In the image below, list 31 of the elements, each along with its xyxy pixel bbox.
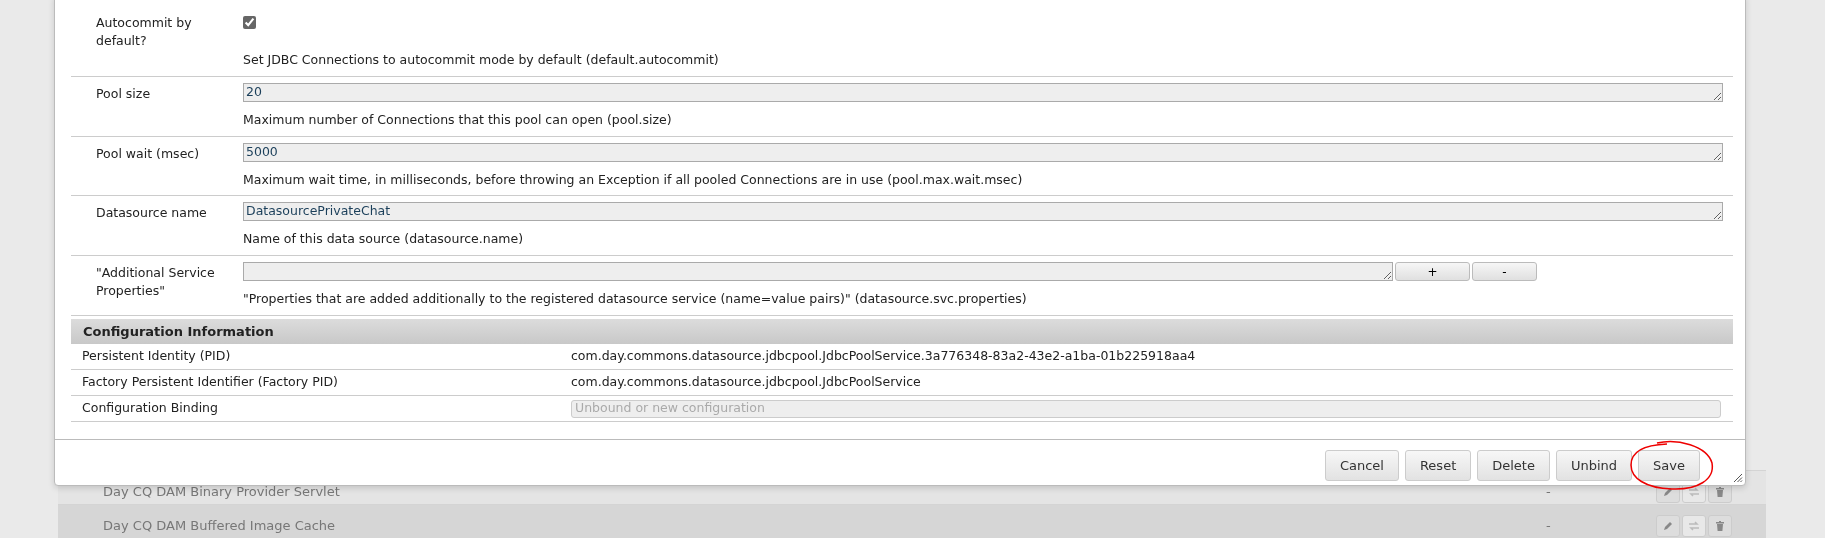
unbind-button[interactable]: Unbind [1555,450,1633,482]
property-description: Set JDBC Connections to autocommit mode by default (default.autocommit) [243,51,720,69]
list-item-value: - [1546,482,1552,501]
info-label: Persistent Identity (PID) [81,347,232,366]
cancel-button[interactable]: Cancel [1324,450,1399,482]
list-item-name: Day CQ DAM Binary Provider Servlet [103,482,341,501]
property-description: Maximum number of Connections that this pool can open (pool.size) [243,110,673,129]
property-description: "Properties that are added additionally to the registered datasource service (name=value pairs)" (datasource.svc.properties) [243,290,1028,308]
property-label: Pool wait (msec) [95,144,201,163]
property-label: Datasource name [95,204,208,223]
save-button[interactable]: Save [1638,450,1700,482]
property-label: "Additional Service Properties" [95,264,216,300]
property-label: Pool size [95,84,152,103]
info-label: Factory Persistent Identifier (Factory PID) [81,373,339,392]
input-field[interactable]: 5000 [243,142,1723,162]
property-description: Maximum wait time, in milliseconds, before throwing an Exception if all pooled Connections are in use (pool.max.wait.msec) [243,170,1024,189]
list-item-name: Day CQ DAM Buffered Image Cache [103,516,337,535]
remove-button[interactable]: - [1472,262,1537,281]
property-description: Name of this data source (datasource.name) [243,230,525,249]
input-field[interactable]: DatasourcePrivateChat [243,202,1723,222]
delete-button[interactable]: Delete [1477,450,1550,482]
binding-field[interactable]: Unbound or new configuration [571,399,1721,418]
add-button[interactable]: + [1395,262,1470,281]
info-value: com.day.commons.datasource.jdbcpool.JdbcPoolService.3a776348-83a2-43e2-a1ba-01b225918aa4 [571,347,1197,366]
input-field[interactable]: 20 [243,82,1723,102]
info-value: com.day.commons.datasource.jdbcpool.JdbcPoolService [571,373,922,392]
section-header: Configuration Information [71,318,1733,345]
list-item-value: - [1546,516,1552,535]
info-label: Configuration Binding [81,399,219,418]
reset-button[interactable]: Reset [1404,450,1472,482]
property-label: Autocommit by default? [95,14,193,50]
